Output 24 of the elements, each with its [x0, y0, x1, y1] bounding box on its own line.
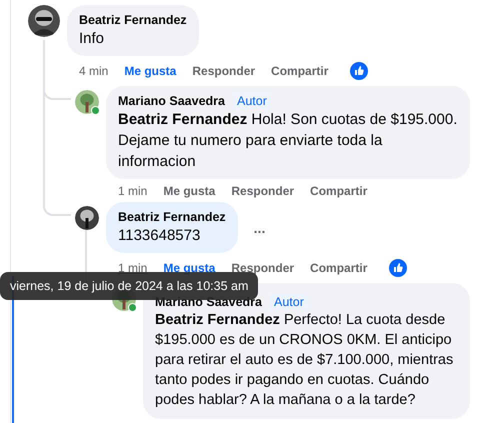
- comment-text: Beatriz Fernandez Perfecto! La cuota desde $195.000 es de un CRONOS 0KM. El anticipo para retirar el auto es de $7.100.000, mientras tanto podes ir pagando en cuotas. Cuándo podes hablar? A la mañana o a la tarde?: [155, 311, 454, 410]
- action-link[interactable]: Responder: [231, 261, 294, 275]
- timestamp-link[interactable]: 4 min: [79, 64, 108, 78]
- author-badge: Autor: [270, 294, 308, 310]
- author-badge: Autor: [233, 93, 271, 109]
- more-options-button[interactable]: ...: [250, 220, 270, 234]
- action-link[interactable]: Compartir: [310, 261, 368, 275]
- action-link[interactable]: Me gusta: [163, 261, 216, 275]
- comment-text: Beatriz Fernandez Hola! Son cuotas de $195.000. Dejame tu numero para enviarte toda la informacion: [118, 110, 458, 172]
- timestamp-link[interactable]: 1 min: [118, 261, 148, 275]
- timestamp-link[interactable]: 1 min: [118, 184, 148, 198]
- action-link[interactable]: Responder: [231, 184, 294, 198]
- action-link[interactable]: Compartir: [310, 184, 368, 198]
- like-reaction-icon[interactable]: [389, 259, 408, 277]
- author-name[interactable]: Mariano Saavedra: [118, 93, 225, 109]
- action-link[interactable]: Compartir: [271, 64, 328, 78]
- like-reaction-icon[interactable]: [350, 62, 368, 80]
- comment-text: Info: [79, 29, 106, 49]
- author-name[interactable]: Beatriz Fernandez: [79, 12, 187, 28]
- action-link[interactable]: Me gusta: [124, 64, 176, 78]
- action-link[interactable]: Me gusta: [163, 184, 216, 198]
- author-name[interactable]: Beatriz Fernandez: [118, 209, 226, 225]
- action-link[interactable]: Responder: [192, 64, 256, 78]
- comment-text: 1133648573: [118, 226, 202, 246]
